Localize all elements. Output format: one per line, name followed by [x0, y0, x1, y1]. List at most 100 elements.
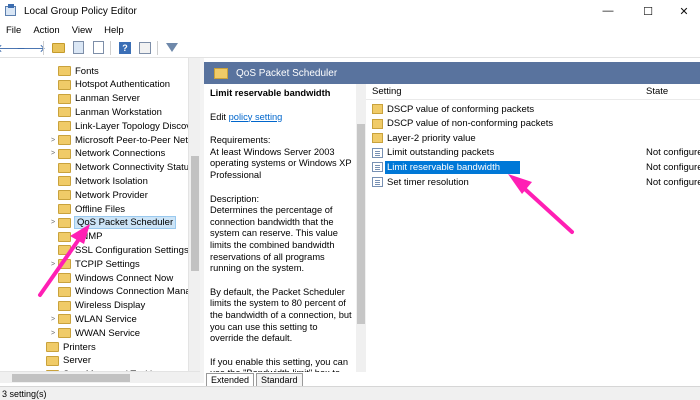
toolbar-separator	[110, 40, 111, 55]
if-enabled-text: If you enable this setting, you can use …	[210, 356, 348, 372]
setting-row[interactable]: DSCP value of non-conforming packets	[366, 117, 700, 131]
tree-item[interactable]: Windows Connect Now	[48, 271, 173, 285]
expand-chevron-icon[interactable]: >	[48, 219, 58, 226]
setting-row[interactable]: Limit outstanding packets Not configured	[366, 146, 700, 160]
forward-button[interactable]: 🡒	[16, 40, 46, 56]
window-title: Local Group Policy Editor	[24, 5, 137, 17]
tree-item-label: Microsoft Peer-to-Peer Netv	[75, 134, 193, 146]
tree-item[interactable]: Lanman Server	[48, 92, 140, 106]
tree-item[interactable]: Fonts	[48, 64, 99, 78]
description-pane: Limit reservable bandwidth Edit policy s…	[204, 84, 356, 372]
setting-row[interactable]: Limit reservable bandwidth Not configured	[366, 160, 700, 174]
tree-horizontal-scrollbar[interactable]	[0, 371, 200, 383]
tree-item-label: SSL Configuration Settings	[75, 244, 189, 256]
scrollbar-thumb[interactable]	[12, 374, 130, 382]
tab-standard[interactable]: Standard	[256, 373, 303, 386]
folder-icon	[58, 259, 71, 270]
edit-line: Edit policy setting	[210, 112, 352, 124]
column-setting[interactable]: Setting	[372, 86, 402, 97]
forward-arrow-icon: 🡒	[16, 42, 46, 55]
tree-item-label: Offline Files	[75, 203, 125, 215]
tab-extended[interactable]: Extended	[206, 373, 255, 386]
tree-item[interactable]: Offline Files	[48, 202, 125, 216]
tree-item[interactable]: Wireless Display	[48, 299, 145, 313]
tree-item[interactable]: SSL Configuration Settings	[48, 243, 189, 257]
settings-list: Setting State DSCP value of conforming p…	[366, 84, 700, 372]
menu-view[interactable]: View	[66, 25, 98, 36]
tree-item[interactable]: Hotspot Authentication	[48, 78, 170, 92]
setting-state: Not configured	[646, 161, 700, 173]
tree-item-label: Server	[63, 355, 91, 367]
tree-item-label: QoS Packet Scheduler	[73, 216, 177, 230]
tree-item[interactable]: Network Connectivity Status	[48, 161, 194, 175]
column-header: Setting State	[366, 84, 700, 100]
menu-file[interactable]: File	[0, 25, 27, 36]
tree-item[interactable]: Lanman Workstation	[48, 105, 162, 119]
tree-item[interactable]: Link-Layer Topology Discove	[48, 119, 196, 133]
tree-item[interactable]: > WWAN Service	[48, 326, 140, 340]
tree-item-label: Wireless Display	[75, 300, 146, 312]
menu-help[interactable]: Help	[98, 25, 130, 36]
expand-chevron-icon[interactable]: >	[48, 330, 58, 337]
expand-chevron-icon[interactable]: >	[48, 316, 58, 323]
folder-icon	[372, 118, 383, 129]
properties-icon	[139, 41, 151, 54]
folder-icon	[372, 133, 383, 144]
close-button[interactable]: ✕	[662, 0, 700, 22]
tree-item[interactable]: > TCPIP Settings	[48, 257, 140, 271]
tree-item[interactable]: Network Provider	[48, 188, 148, 202]
setting-state: Not configured	[646, 176, 700, 188]
tree-item-label: Link-Layer Topology Discove	[75, 120, 197, 132]
expand-chevron-icon[interactable]: >	[48, 150, 58, 157]
tree-item[interactable]: Windows Connection Mana	[48, 285, 191, 299]
scrollbar-thumb[interactable]	[357, 124, 365, 324]
toolbar: 🡐 🡒 ?	[0, 38, 700, 58]
tree-item-label: Network Connections	[75, 148, 166, 160]
folder-icon	[58, 107, 71, 118]
scrollbar-thumb[interactable]	[191, 156, 199, 271]
folder-icon	[58, 176, 71, 187]
tree-item[interactable]: Printers	[36, 340, 96, 354]
view-tabs: Extended Standard	[204, 372, 700, 386]
menu-action[interactable]: Action	[27, 25, 65, 36]
tree-item[interactable]: SNMP	[48, 230, 102, 244]
title-bar: Local Group Policy Editor — ☐ ✕	[0, 0, 700, 22]
tree-item[interactable]: > WLAN Service	[48, 312, 137, 326]
tree-vertical-scrollbar[interactable]	[188, 58, 200, 371]
export-list-button[interactable]	[89, 40, 107, 56]
policy-setting-link[interactable]: policy setting	[229, 112, 283, 122]
expand-chevron-icon[interactable]: >	[48, 261, 58, 268]
tree-item-label: Hotspot Authentication	[75, 79, 171, 91]
tree-item[interactable]: > Network Connections	[48, 147, 165, 161]
setting-row[interactable]: DSCP value of conforming packets	[366, 102, 700, 116]
filter-button[interactable]	[163, 40, 181, 56]
tree-item-label: Network Provider	[75, 189, 148, 201]
default-text: By default, the Packet Scheduler limits …	[210, 286, 352, 344]
up-folder-button[interactable]	[49, 40, 67, 56]
setting-row[interactable]: Set timer resolution Not configured	[366, 175, 700, 189]
tree-item[interactable]: > QoS Packet Scheduler	[48, 216, 177, 230]
setting-row[interactable]: Layer-2 priority value	[366, 131, 700, 145]
description-scrollbar[interactable]	[356, 84, 366, 372]
tree-item[interactable]: > Microsoft Peer-to-Peer Netv	[48, 133, 193, 147]
folder-icon	[58, 217, 71, 228]
show-tree-button[interactable]	[69, 40, 87, 56]
edit-prefix: Edit	[210, 111, 229, 122]
tree-item-label: Printers	[63, 341, 96, 353]
properties-button[interactable]	[136, 40, 154, 56]
folder-icon	[58, 66, 71, 76]
status-text: 3 setting(s)	[2, 388, 47, 399]
tree-item-label: Windows Connection Mana	[75, 286, 191, 298]
status-bar: 3 setting(s)	[0, 386, 700, 400]
help-button[interactable]: ?	[116, 40, 134, 56]
console-tree[interactable]: Fonts Hotspot Authentication Lanman Server…	[0, 58, 200, 371]
tree-item[interactable]: Server	[36, 354, 91, 368]
setting-name: DSCP value of non-conforming packets	[387, 118, 554, 130]
column-state[interactable]: State	[646, 86, 668, 97]
folder-icon	[58, 300, 71, 311]
toolbar-separator	[43, 40, 44, 55]
minimize-button[interactable]: —	[586, 0, 630, 22]
tree-item[interactable]: Network Isolation	[48, 174, 148, 188]
tree-item-label: Network Isolation	[75, 175, 148, 187]
expand-chevron-icon[interactable]: >	[48, 137, 58, 144]
